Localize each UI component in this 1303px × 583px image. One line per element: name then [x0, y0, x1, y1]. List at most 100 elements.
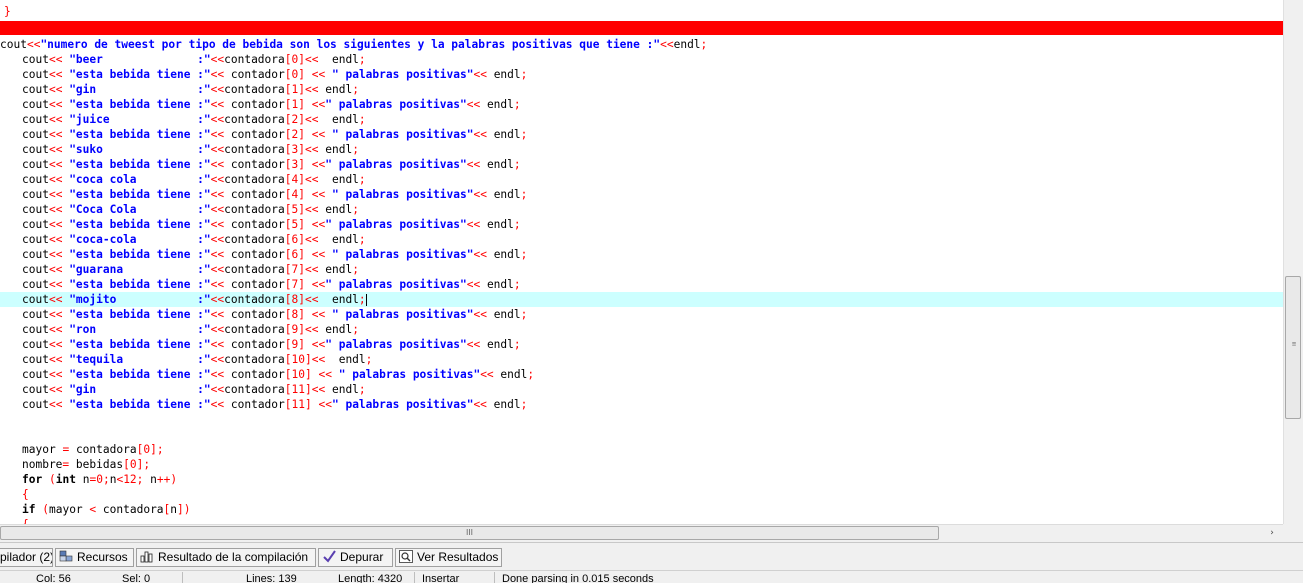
code-token: contador — [230, 368, 285, 381]
code-token: "esta bebida tiene :" — [69, 278, 211, 291]
code-token: [ — [284, 218, 292, 231]
scroll-grip-icon: III — [465, 528, 474, 537]
code-line[interactable]: cout<< "esta bebida tiene :"<< contador[… — [0, 127, 1283, 142]
tab-compilador[interactable]: pilador (2) — [0, 548, 53, 567]
code-line[interactable]: cout<< "esta bebida tiene :"<< contador[… — [0, 67, 1283, 82]
status-mode: Insertar — [422, 573, 460, 583]
code-line[interactable]: cout<< "esta bebida tiene :"<< contador[… — [0, 337, 1283, 352]
code-line[interactable]: cout<< "esta bebida tiene :"<< contador[… — [0, 247, 1283, 262]
code-line[interactable]: cout<< "coca cola :"<<contadora[4]<< end… — [0, 172, 1283, 187]
code-token: "juice :" — [69, 113, 211, 126]
code-token: ] — [298, 68, 306, 81]
code-token: " palabras positivas" — [338, 368, 481, 381]
code-token: "esta bebida tiene :" — [69, 218, 211, 231]
code-token: " palabras positivas" — [325, 338, 467, 351]
code-token: ++ — [156, 473, 171, 486]
vertical-scroll-thumb[interactable]: ≡ — [1285, 276, 1301, 419]
code-token: ] — [298, 203, 305, 216]
code-token: [ — [284, 278, 292, 291]
status-bar: Col: 56 Sel: 0 Lines: 139 Length: 4320 I… — [0, 570, 1303, 583]
code-token: endl — [338, 353, 366, 366]
code-token: endl — [486, 278, 514, 291]
code-token: << — [305, 113, 319, 126]
code-token: "esta bebida tiene :" — [69, 368, 211, 381]
code-line[interactable]: cout<< "esta bebida tiene :"<< contador[… — [0, 277, 1283, 292]
code-token: [ — [284, 188, 292, 201]
code-line[interactable]: cout<< "esta bebida tiene :"<< contador[… — [0, 307, 1283, 322]
code-token: cout — [22, 83, 49, 96]
code-token: ] — [298, 98, 306, 111]
code-token: << — [210, 173, 225, 186]
code-line[interactable]: cout<< "juice :"<<contadora[2]<< endl; — [0, 112, 1283, 127]
code-token: << — [473, 308, 487, 321]
code-line[interactable]: { — [0, 487, 1283, 502]
code-line[interactable]: cout<< "esta bebida tiene :"<< contador[… — [0, 187, 1283, 202]
code-token: 10 — [291, 368, 305, 381]
code-token: "beer :" — [69, 53, 211, 66]
code-line[interactable]: cout<< "esta bebida tiene :"<< contador[… — [0, 97, 1283, 112]
scroll-right-arrow-icon[interactable]: › — [1263, 526, 1281, 540]
code-token: "esta bebida tiene :" — [69, 248, 211, 261]
code-token: ; — [352, 143, 359, 156]
code-token: << — [311, 248, 326, 261]
code-token: ; — [358, 233, 366, 246]
code-token: [ — [284, 158, 292, 171]
code-line[interactable]: cout<< "Coca Cola :"<<contadora[5]<< end… — [0, 202, 1283, 217]
code-line[interactable]: } — [0, 4, 1283, 19]
horizontal-scroll-thumb[interactable]: III — [0, 526, 939, 540]
code-line[interactable]: cout<< "coca-cola :"<<contadora[6]<< end… — [0, 232, 1283, 247]
tab-ver-resultados[interactable]: Ver Resultados — [395, 548, 502, 567]
code-token: << — [305, 173, 319, 186]
tab-depurar[interactable]: Depurar — [318, 548, 393, 567]
vertical-scrollbar[interactable]: ≡ — [1283, 0, 1303, 524]
code-line[interactable]: cout<< "suko :"<<contadora[3]<< endl; — [0, 142, 1283, 157]
code-line[interactable]: cout<< "beer :"<<contadora[0]<< endl; — [0, 52, 1283, 67]
code-token: "esta bebida tiene :" — [69, 68, 211, 81]
code-line[interactable]: if (mayor < contadora[n]) — [0, 502, 1283, 517]
code-line[interactable]: cout<< "esta bebida tiene :"<< contador[… — [0, 217, 1283, 232]
code-line[interactable]: cout<< "gin :"<<contadora[1]<< endl; — [0, 82, 1283, 97]
code-line[interactable]: cout<< "tequila :"<<contadora[10]<< endl… — [0, 352, 1283, 367]
code-line[interactable]: cout<< "esta bebida tiene :"<< contador[… — [0, 397, 1283, 412]
code-line[interactable]: cout<< "guarana :"<<contadora[7]<< endl; — [0, 262, 1283, 277]
error-line-highlight[interactable] — [0, 21, 1283, 35]
code-line[interactable]: cout<< "gin :"<<contadora[11]<< endl; — [0, 382, 1283, 397]
code-token: << — [48, 248, 63, 261]
code-line[interactable]: cout<<"numero de tweest por tipo de bebi… — [0, 37, 1283, 52]
code-token: ] — [304, 383, 312, 396]
current-code-line[interactable]: cout<< "mojito :"<<contadora[8]<< endl; — [0, 292, 1283, 307]
code-token: "ron :" — [69, 323, 211, 336]
horizontal-scrollbar[interactable]: III › — [0, 524, 1283, 542]
code-token: ; — [513, 218, 521, 231]
code-token: << — [311, 128, 326, 141]
tab-recursos[interactable]: Recursos — [55, 548, 134, 567]
code-line[interactable]: { — [0, 517, 1283, 524]
code-token: ; — [527, 368, 535, 381]
code-line[interactable]: for (int n=0;n<12; n++) — [0, 472, 1283, 487]
code-token: contadora — [224, 353, 285, 366]
code-token: ] — [150, 443, 157, 456]
code-token: endl — [331, 113, 359, 126]
text-caret — [365, 294, 367, 306]
code-line[interactable]: cout<< "esta bebida tiene :"<< contador[… — [0, 157, 1283, 172]
code-token: << — [48, 188, 63, 201]
code-token: int — [55, 473, 76, 486]
code-token: << — [660, 38, 674, 51]
code-token: endl — [493, 248, 521, 261]
code-token: endl — [493, 398, 521, 411]
code-line[interactable]: cout<< "esta bebida tiene :"<< contador[… — [0, 367, 1283, 382]
code-line[interactable]: cout<< "ron :"<<contadora[9]<< endl; — [0, 322, 1283, 337]
code-token: "Coca Cola :" — [69, 203, 211, 216]
code-token: << — [311, 338, 326, 351]
tab-label: Depurar — [340, 550, 384, 564]
code-token: << — [305, 293, 319, 306]
code-token: cout — [22, 143, 49, 156]
code-line[interactable]: mayor = contadora[0]; — [0, 442, 1283, 457]
code-token: ; — [365, 353, 373, 366]
checkmark-icon — [322, 550, 336, 563]
code-line[interactable]: nombre= bebidas[0]; — [0, 457, 1283, 472]
code-token: ] — [304, 353, 312, 366]
code-editor[interactable]: } cout<<"numero de tweest por tipo de beb… — [0, 0, 1283, 524]
code-token: 12 — [123, 473, 137, 486]
tab-resultado-compilacion[interactable]: Resultado de la compilación — [136, 548, 316, 567]
